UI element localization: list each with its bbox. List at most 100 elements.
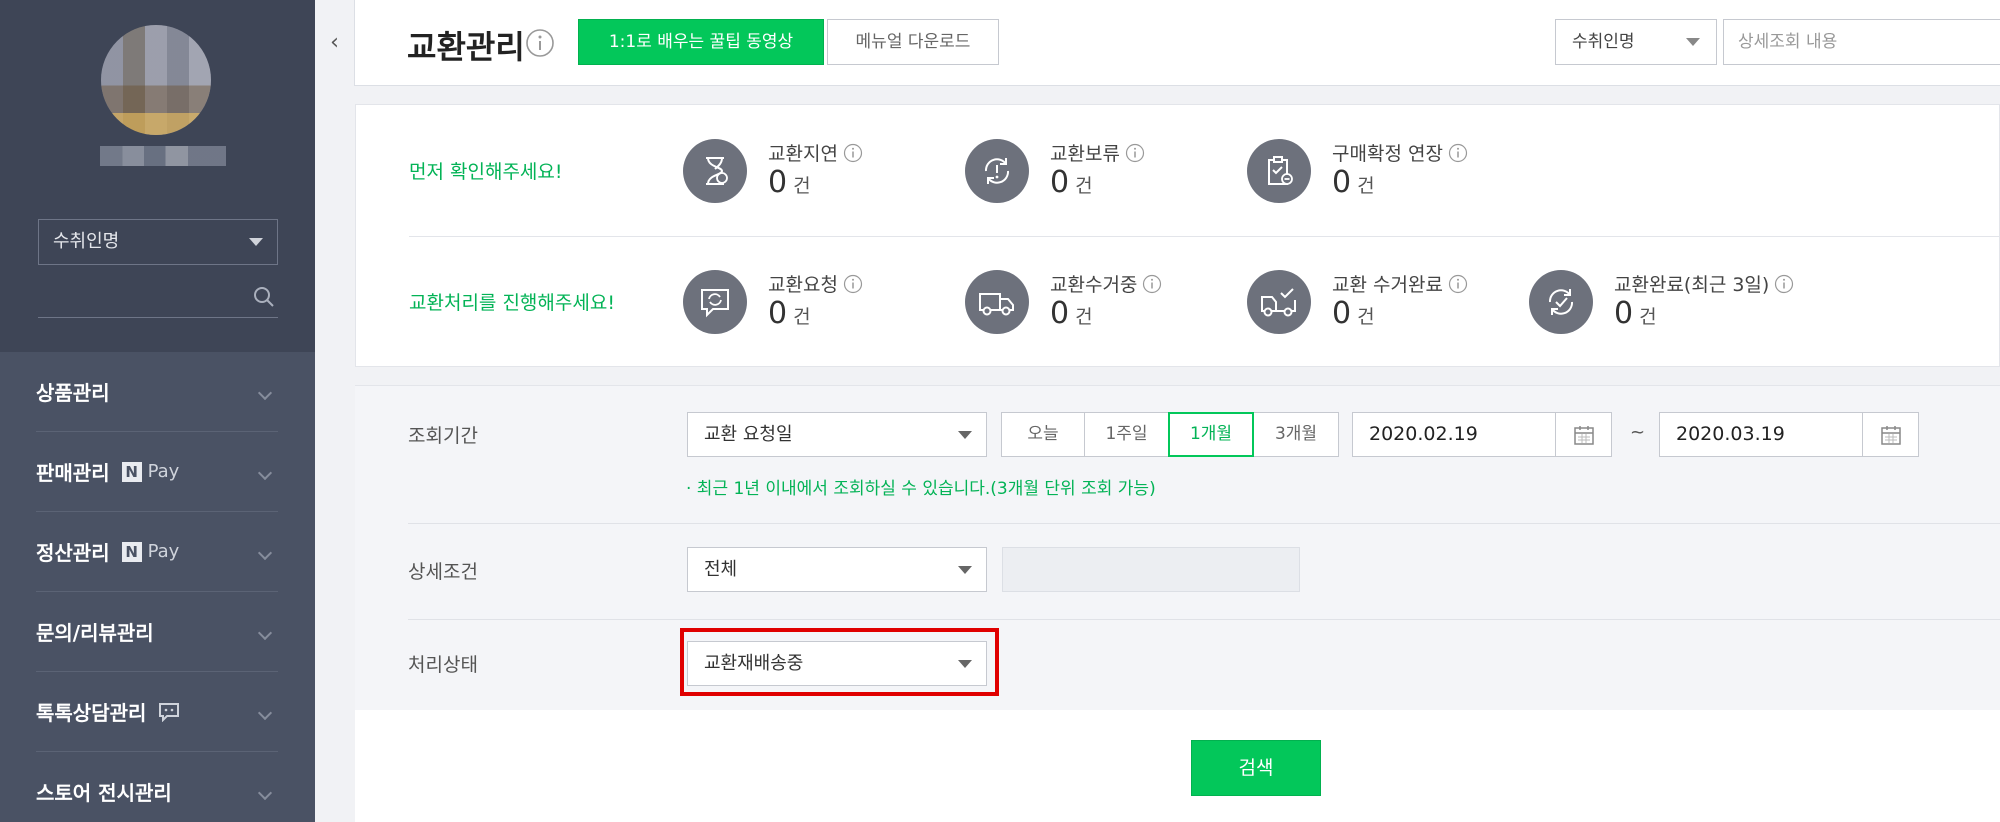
info-icon[interactable] bbox=[1125, 143, 1145, 163]
detail-condition-value: 전체 bbox=[704, 559, 738, 580]
npay-badge: N Pay bbox=[121, 461, 179, 482]
sidebar-item-label: 상품관리 bbox=[36, 381, 110, 405]
stat-exchange-collected[interactable]: 교환 수거완료 0건 bbox=[1247, 270, 1507, 340]
detail-condition-label: 상세조건 bbox=[408, 561, 478, 583]
stat-exchange-hold[interactable]: 교환보류 0건 bbox=[965, 139, 1225, 209]
stat-unit: 건 bbox=[1075, 175, 1093, 197]
chevron-down-icon bbox=[257, 625, 273, 641]
stat-count: 0 bbox=[1332, 296, 1352, 331]
detail-condition-input[interactable] bbox=[1002, 547, 1300, 592]
info-icon[interactable] bbox=[1448, 274, 1468, 294]
sidebar-item-talktalk[interactable]: 톡톡상담관리 bbox=[36, 672, 278, 752]
npay-badge: N Pay bbox=[121, 541, 179, 562]
process-exchange-label: 교환처리를 진행해주세요! bbox=[409, 292, 615, 314]
calendar-icon[interactable] bbox=[1862, 413, 1918, 456]
caret-down-icon bbox=[1686, 38, 1700, 46]
search-type-select[interactable]: 수취인명 bbox=[1555, 19, 1717, 65]
detail-search-input[interactable]: 상세조회 내용 bbox=[1723, 19, 2000, 65]
sidebar-profile: 수취인명 bbox=[0, 0, 315, 352]
stat-count: 0 bbox=[1050, 165, 1070, 200]
stat-unit: 건 bbox=[793, 306, 811, 328]
hourglass-icon bbox=[683, 139, 747, 203]
date-from-value: 2020.02.19 bbox=[1369, 423, 1478, 445]
stat-exchange-request[interactable]: 교환요청 0건 bbox=[683, 270, 943, 340]
period-1month-button[interactable]: 1개월 bbox=[1168, 412, 1254, 457]
truck-icon bbox=[965, 270, 1029, 334]
sidebar-item-product[interactable]: 상품관리 bbox=[36, 352, 278, 432]
period-type-value: 교환 요청일 bbox=[704, 424, 793, 445]
sidebar-menu: 상품관리 판매관리 N Pay 정산관리 N Pay 문의/리뷰관리 톡톡상담관… bbox=[36, 352, 278, 822]
stat-unit: 건 bbox=[1639, 306, 1657, 328]
caret-down-icon bbox=[958, 566, 972, 574]
stat-unit: 건 bbox=[793, 175, 811, 197]
stat-count: 0 bbox=[768, 296, 788, 331]
sidebar-item-settlement[interactable]: 정산관리 N Pay bbox=[36, 512, 278, 592]
search-type-value: 수취인명 bbox=[1572, 32, 1635, 52]
filter-divider bbox=[408, 523, 2000, 524]
period-label: 조회기간 bbox=[408, 425, 478, 447]
user-name-blurred bbox=[100, 146, 226, 166]
sidebar-item-label: 문의/리뷰관리 bbox=[36, 621, 154, 645]
period-type-select[interactable]: 교환 요청일 bbox=[687, 412, 987, 457]
refresh-check-icon bbox=[1529, 270, 1593, 334]
avatar bbox=[101, 25, 211, 135]
npay-n-icon: N bbox=[121, 461, 142, 482]
search-button[interactable]: 검색 bbox=[1191, 740, 1321, 796]
sidebar-item-label: 스토어 전시관리 bbox=[36, 781, 172, 805]
sidebar: 수취인명 상품관리 판매관리 N Pay 정산관리 N Pay 문의/리뷰관리 … bbox=[0, 0, 315, 822]
status-summary: 먼저 확인해주세요! 교환지연 0건 교환보류 0건 구매확정 연장 0건 교환… bbox=[355, 104, 2000, 367]
info-icon[interactable] bbox=[1142, 274, 1162, 294]
clipboard-icon bbox=[1247, 139, 1311, 203]
info-icon[interactable] bbox=[843, 274, 863, 294]
stat-unit: 건 bbox=[1357, 175, 1375, 197]
info-icon[interactable] bbox=[525, 28, 555, 58]
chevron-down-icon bbox=[257, 545, 273, 561]
date-to-input[interactable]: 2020.03.19 bbox=[1659, 412, 1919, 457]
chat-bubble-icon bbox=[159, 702, 180, 722]
stat-unit: 건 bbox=[1357, 306, 1375, 328]
search-icon[interactable] bbox=[252, 285, 276, 309]
check-first-label: 먼저 확인해주세요! bbox=[409, 161, 563, 183]
sidebar-search-type-select[interactable]: 수취인명 bbox=[38, 219, 278, 265]
chevron-left-icon: ‹ bbox=[330, 30, 339, 55]
sidebar-search-input[interactable] bbox=[38, 280, 278, 318]
period-3month-button[interactable]: 3개월 bbox=[1253, 412, 1339, 457]
stat-label: 교환요청 bbox=[768, 274, 838, 296]
stat-label: 교환 수거완료 bbox=[1332, 274, 1443, 296]
stat-label: 교환완료(최근 3일) bbox=[1614, 274, 1770, 296]
period-today-button[interactable]: 오늘 bbox=[1001, 412, 1085, 457]
sidebar-item-sales[interactable]: 판매관리 N Pay bbox=[36, 432, 278, 512]
manual-download-button[interactable]: 메뉴얼 다운로드 bbox=[827, 19, 999, 65]
period-button-group: 오늘 1주일 1개월 3개월 bbox=[1001, 412, 1339, 457]
stat-unit: 건 bbox=[1075, 306, 1093, 328]
sidebar-item-store-display[interactable]: 스토어 전시관리 bbox=[36, 752, 278, 822]
info-icon[interactable] bbox=[843, 143, 863, 163]
stat-exchange-delay[interactable]: 교환지연 0건 bbox=[683, 139, 943, 209]
npay-n-icon: N bbox=[121, 541, 142, 562]
sidebar-collapse-button[interactable]: ‹ bbox=[315, 0, 355, 86]
chevron-down-icon bbox=[257, 705, 273, 721]
period-hint-text: · 최근 1년 이내에서 조회하실 수 있습니다.(3개월 단위 조회 가능) bbox=[686, 479, 1156, 499]
sidebar-item-label: 판매관리 bbox=[36, 461, 110, 485]
stat-count: 0 bbox=[1050, 296, 1070, 331]
info-icon[interactable] bbox=[1774, 274, 1794, 294]
row-divider bbox=[409, 236, 2000, 237]
stat-count: 0 bbox=[1614, 296, 1634, 331]
chevron-down-icon bbox=[257, 465, 273, 481]
tip-video-button[interactable]: 1:1로 배우는 꿀팁 동영상 bbox=[578, 19, 824, 65]
stat-exchange-complete[interactable]: 교환완료(최근 3일) 0건 bbox=[1529, 270, 1849, 340]
annotation-highlight-box bbox=[680, 628, 999, 696]
date-from-input[interactable]: 2020.02.19 bbox=[1352, 412, 1612, 457]
info-icon[interactable] bbox=[1448, 143, 1468, 163]
detail-condition-select[interactable]: 전체 bbox=[687, 547, 987, 592]
sidebar-item-inquiry-review[interactable]: 문의/리뷰관리 bbox=[36, 592, 278, 672]
date-to-value: 2020.03.19 bbox=[1676, 423, 1785, 445]
stat-count: 0 bbox=[768, 165, 788, 200]
stat-purchase-confirm-extension[interactable]: 구매확정 연장 0건 bbox=[1247, 139, 1507, 209]
stat-label: 구매확정 연장 bbox=[1332, 143, 1443, 165]
filter-divider bbox=[408, 619, 2000, 620]
period-1week-button[interactable]: 1주일 bbox=[1084, 412, 1169, 457]
calendar-icon[interactable] bbox=[1555, 413, 1611, 456]
stat-exchange-collecting[interactable]: 교환수거중 0건 bbox=[965, 270, 1225, 340]
stat-count: 0 bbox=[1332, 165, 1352, 200]
